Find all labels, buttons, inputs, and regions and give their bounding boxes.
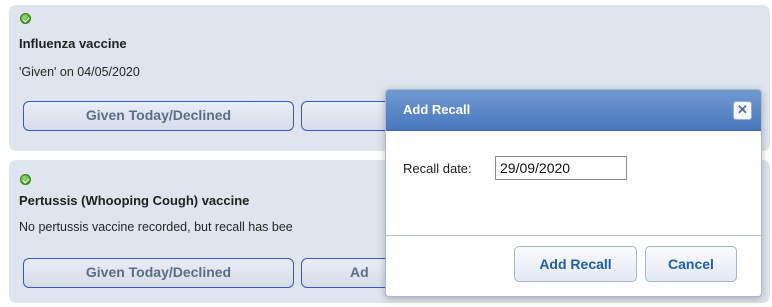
vaccine-status-text: No pertussis vaccine recorded, but recal… (19, 220, 293, 234)
vaccine-recall-screen: Influenza vaccine 'Given' on 04/05/2020 … (0, 0, 772, 307)
dialog-title: Add Recall (403, 102, 471, 117)
vaccine-status-text: 'Given' on 04/05/2020 (19, 65, 140, 79)
recall-date-label: Recall date: (403, 161, 472, 176)
vaccine-status-ok-icon (20, 174, 31, 185)
close-icon[interactable]: ✕ (733, 101, 752, 120)
add-recall-dialog: Add Recall ✕ Recall date: Add Recall Can… (385, 89, 762, 297)
dialog-add-recall-button[interactable]: Add Recall (514, 246, 637, 282)
vaccine-status-ok-icon (20, 13, 31, 24)
vaccine-title: Influenza vaccine (19, 36, 127, 51)
recall-date-input[interactable] (495, 156, 627, 180)
dialog-cancel-button[interactable]: Cancel (645, 246, 737, 282)
dialog-titlebar[interactable]: Add Recall ✕ (386, 90, 761, 131)
given-today-declined-button[interactable]: Given Today/Declined (23, 101, 294, 131)
given-today-declined-button[interactable]: Given Today/Declined (23, 258, 294, 288)
vaccine-title: Pertussis (Whooping Cough) vaccine (19, 193, 250, 208)
dialog-divider (386, 235, 761, 236)
